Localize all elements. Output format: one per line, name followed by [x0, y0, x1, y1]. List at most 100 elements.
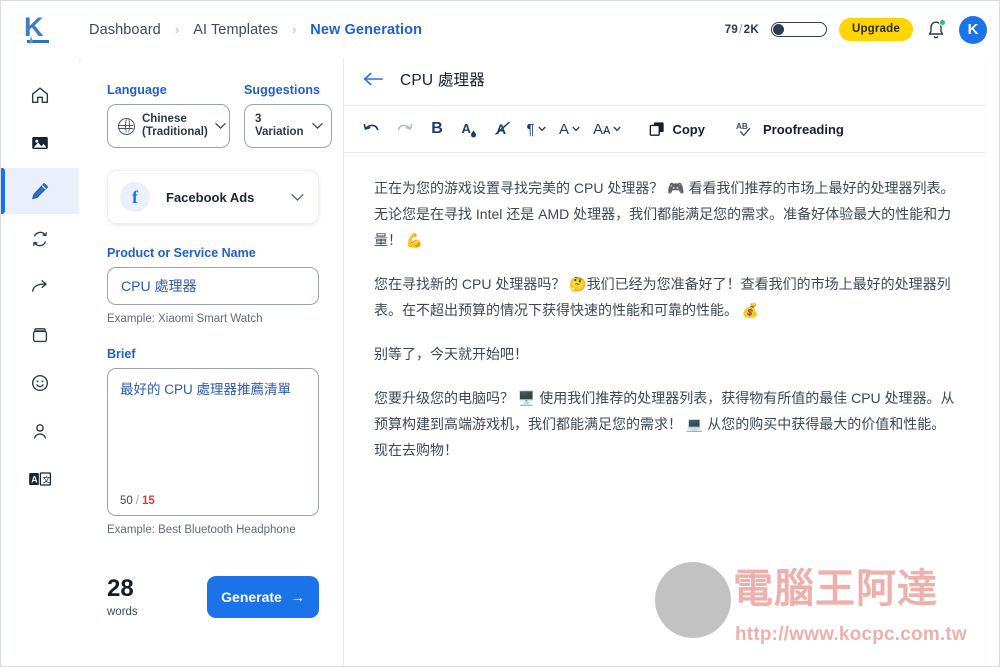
copy-button[interactable]: Copy	[641, 114, 713, 144]
credits-used: 79	[724, 23, 739, 36]
brief-value: 最好的 CPU 處理器推薦清單	[120, 382, 292, 397]
main-card: Language Chinese (Traditional) Suggestio…	[79, 53, 985, 666]
sidebar-item-translate[interactable]: A 文	[1, 456, 79, 502]
suggestions-field: Suggestions 3 Variation	[244, 83, 332, 148]
box-icon	[32, 328, 48, 343]
document-paragraph: 别等了，今天就开始吧！	[374, 346, 528, 362]
site-watermark: 電腦王阿達 http://www.kocpc.com.tw	[655, 554, 973, 652]
app-logo[interactable]: K	[1, 1, 79, 58]
editor-header: CPU 處理器	[344, 53, 985, 106]
svg-text:A: A	[31, 475, 38, 485]
font-family-button[interactable]: A	[554, 114, 585, 144]
language-select[interactable]: Chinese (Traditional)	[107, 104, 230, 148]
credits-slash: /	[739, 23, 743, 36]
home-icon	[31, 87, 49, 104]
suggestions-line1: 3	[255, 113, 262, 125]
clear-format-button[interactable]: A	[488, 114, 518, 144]
back-arrow-glyph	[363, 72, 383, 86]
brief-hint: Example: Best Bluetooth Headphone	[107, 524, 296, 536]
redo-icon	[397, 123, 412, 131]
document-title: CPU 處理器	[400, 72, 485, 89]
arrow-right-icon	[31, 280, 47, 292]
breadcrumb-item-new-generation[interactable]: New Generation	[310, 22, 422, 38]
brief-counter-sep: /	[135, 495, 139, 507]
language-value: Chinese (Traditional)	[142, 113, 208, 139]
text-color-button[interactable]: A	[455, 114, 485, 144]
chevron-down-icon	[537, 126, 546, 132]
breadcrumb-separator: ›	[291, 22, 297, 37]
sidebar-item-share[interactable]	[1, 264, 79, 310]
paragraph-glyph: ¶	[526, 120, 535, 138]
svg-text:AB: AB	[736, 122, 748, 131]
upgrade-button[interactable]: Upgrade	[838, 18, 913, 41]
word-count-number: 28	[107, 574, 134, 602]
chevron-down-icon	[312, 123, 323, 129]
product-name-hint: Example: Xiaomi Smart Watch	[107, 313, 263, 325]
chevron-down-icon	[291, 193, 304, 201]
undo-button[interactable]	[356, 114, 386, 144]
template-name: Facebook Ads	[166, 189, 255, 205]
sync-icon	[33, 231, 47, 247]
font-size-button[interactable]: Aᴀ	[588, 114, 626, 144]
watermark-url: http://www.kocpc.com.tw	[735, 624, 967, 645]
generation-form-panel: Language Chinese (Traditional) Suggestio…	[79, 53, 344, 666]
person-icon	[33, 424, 47, 439]
suggestions-label: Suggestions	[244, 83, 321, 97]
sidebar-item-writer[interactable]	[1, 168, 79, 214]
breadcrumb-separator: ›	[174, 22, 180, 37]
word-count: 28 words	[107, 574, 138, 618]
proofreading-button[interactable]: AB Proofreading	[728, 114, 852, 144]
language-line1: Chinese	[142, 113, 187, 125]
svg-text:K: K	[24, 12, 44, 42]
word-count-label: words	[107, 605, 138, 618]
sidebar-item-emoji[interactable]	[1, 360, 79, 406]
brief-textarea[interactable]: 最好的 CPU 處理器推薦清單 50/15	[107, 368, 319, 516]
document-paragraph: 正在为您的游戏设置寻找完美的 CPU 处理器？ 🎮 看看我们推荐的市场上最好的处…	[374, 180, 955, 248]
form-footer: 28 words Generate →	[107, 576, 319, 618]
copy-icon	[650, 122, 665, 136]
suggestions-line2: Variation	[255, 126, 304, 138]
sidebar-item-account[interactable]	[1, 408, 79, 454]
user-avatar[interactable]: K	[959, 15, 987, 44]
font-family-glyph: A	[559, 120, 570, 138]
bold-button[interactable]: B	[422, 114, 452, 144]
watermark-face-icon	[655, 562, 731, 638]
language-field: Language Chinese (Traditional)	[107, 83, 230, 148]
breadcrumb-item-dashboard[interactable]: Dashboard	[89, 22, 161, 38]
editor-panel: CPU 處理器 B A ¶ A Aᴀ Copy AB Proofreading …	[344, 53, 985, 666]
notification-dot	[939, 18, 946, 26]
pencil-icon	[32, 182, 49, 200]
template-selector[interactable]: f Facebook Ads	[107, 170, 319, 224]
product-name-label: Product or Service Name	[107, 246, 256, 260]
sidebar-item-rewrite[interactable]	[1, 216, 79, 262]
suggestions-value: 3 Variation	[255, 113, 305, 139]
brief-label: Brief	[107, 347, 136, 361]
image-icon	[32, 137, 48, 149]
generate-button[interactable]: Generate →	[207, 576, 319, 618]
top-bar: K Dashboard › AI Templates › New Generat…	[1, 1, 999, 58]
suggestions-select[interactable]: 3 Variation	[244, 104, 332, 148]
svg-text:文: 文	[42, 475, 50, 485]
svg-text:A: A	[462, 121, 472, 136]
language-line2: (Traditional)	[142, 126, 208, 138]
redo-button[interactable]	[389, 114, 419, 144]
sidebar-item-images[interactable]	[1, 120, 79, 166]
document-body[interactable]: 正在为您的游戏设置寻找完美的 CPU 处理器？ 🎮 看看我们推荐的市场上最好的处…	[344, 153, 985, 666]
paragraph-button[interactable]: ¶	[521, 114, 551, 144]
undo-icon	[363, 123, 378, 131]
proofreading-label: Proofreading	[762, 121, 844, 137]
product-name-input[interactable]	[107, 267, 319, 305]
text-color-icon: A	[462, 121, 476, 137]
watermark-text: 電腦王阿達	[733, 566, 938, 612]
editor-toolbar: B A A ¶	[344, 106, 985, 153]
notification-bell-icon[interactable]	[925, 18, 947, 42]
credits-progress-bar	[770, 22, 827, 37]
brief-counter: 50/15	[120, 495, 155, 507]
back-arrow-icon[interactable]	[362, 71, 384, 87]
breadcrumb-item-ai-templates[interactable]: AI Templates	[193, 22, 278, 38]
chevron-down-icon	[215, 123, 226, 129]
sidebar-item-home[interactable]	[1, 72, 79, 118]
sidebar-item-archive[interactable]	[1, 312, 79, 358]
form-top-row: Language Chinese (Traditional) Suggestio…	[107, 83, 332, 148]
font-size-glyph: Aᴀ	[593, 120, 611, 138]
